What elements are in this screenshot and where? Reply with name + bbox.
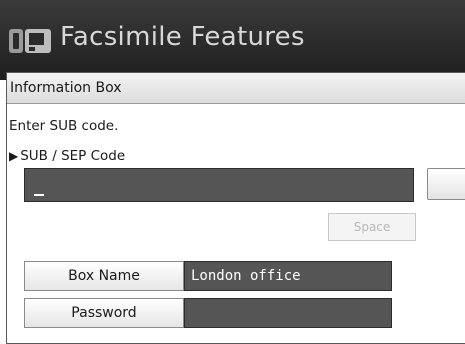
text-cursor: [34, 194, 44, 196]
app-title: Facsimile Features: [60, 22, 305, 52]
sub-sep-code-label: ▶ SUB / SEP Code: [9, 148, 125, 164]
instruction-text: Enter SUB code.: [9, 118, 119, 134]
password-button[interactable]: Password: [24, 298, 184, 328]
space-button[interactable]: Space: [328, 213, 416, 241]
fax-machine-icon: [9, 29, 51, 53]
sub-sep-code-input[interactable]: [24, 168, 414, 202]
clear-button[interactable]: [427, 168, 465, 200]
box-name-value: London office: [184, 261, 392, 291]
panel-header: Information Box: [7, 73, 465, 104]
panel-title: Information Box: [10, 80, 122, 96]
title-bar: Facsimile Features: [0, 0, 465, 80]
sub-sep-code-label-text: SUB / SEP Code: [20, 148, 126, 164]
box-name-button[interactable]: Box Name: [24, 261, 184, 291]
triangle-right-icon: ▶: [9, 149, 19, 163]
password-value: [184, 298, 392, 328]
